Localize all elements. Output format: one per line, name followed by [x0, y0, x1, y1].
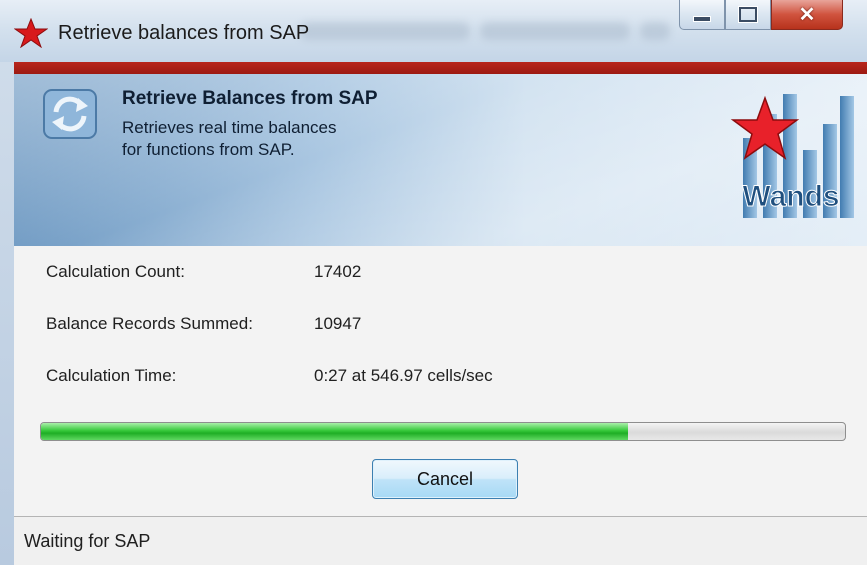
- maximize-icon: [739, 7, 757, 22]
- progress-bar: [40, 422, 846, 441]
- status-text: Waiting for SAP: [24, 531, 151, 551]
- balance-records-value: 10947: [314, 314, 362, 333]
- header-title: Retrieve Balances from SAP: [122, 88, 378, 109]
- balance-records-label: Balance Records Summed:: [46, 314, 253, 333]
- cancel-button[interactable]: Cancel: [372, 459, 518, 499]
- wands-logo: Wands: [730, 94, 854, 218]
- header-panel: Retrieve Balances from SAP Retrieves rea…: [14, 74, 867, 246]
- calculation-count-value: 17402: [314, 262, 362, 281]
- window-title: Retrieve balances from SAP: [58, 22, 310, 44]
- close-icon: ✕: [798, 3, 816, 26]
- maximize-button[interactable]: [725, 0, 771, 30]
- progress-fill: [41, 423, 628, 440]
- calculation-count-label: Calculation Count:: [46, 262, 185, 281]
- header-description-line2: for functions from SAP.: [122, 140, 295, 159]
- content-panel: Calculation Count: 17402 Balance Records…: [14, 246, 867, 516]
- minimize-icon: [693, 15, 711, 22]
- window-left-border: [0, 62, 14, 565]
- title-bar[interactable]: Retrieve balances from SAP ✕: [0, 0, 867, 62]
- accent-line: [14, 62, 867, 74]
- minimize-button[interactable]: [679, 0, 725, 30]
- refresh-icon: [43, 89, 97, 139]
- status-bar: Waiting for SAP: [14, 516, 867, 565]
- red-star-icon: [14, 18, 48, 48]
- caption-buttons: ✕: [679, 0, 843, 34]
- header-description-line1: Retrieves real time balances: [122, 118, 337, 137]
- calculation-time-value: 0:27 at 546.97 cells/sec: [314, 366, 493, 385]
- close-button[interactable]: ✕: [771, 0, 843, 30]
- calculation-time-label: Calculation Time:: [46, 366, 177, 385]
- dialog-window: Retrieve balances from SAP ✕ Retrieve Ba…: [0, 0, 867, 565]
- logo-text: Wands: [742, 180, 839, 213]
